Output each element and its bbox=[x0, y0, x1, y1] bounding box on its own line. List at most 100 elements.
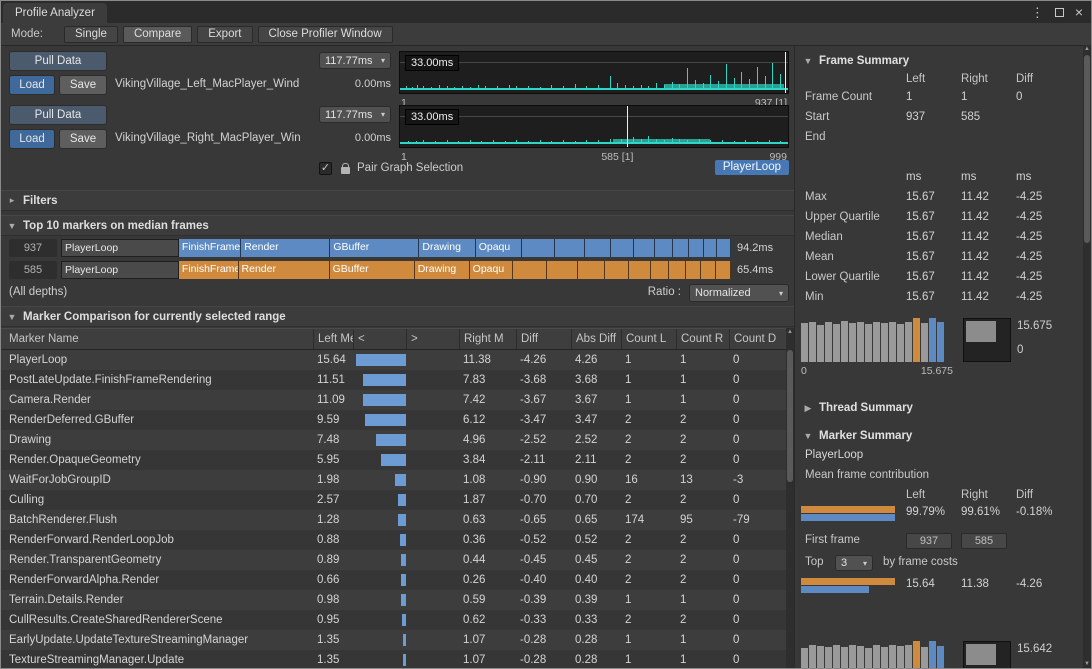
mode-single-button[interactable]: Single bbox=[64, 26, 118, 43]
kebab-menu-icon[interactable]: ⋮ bbox=[1031, 6, 1044, 19]
top10-marker-segment[interactable]: Render bbox=[239, 261, 330, 279]
top10-marker-segment[interactable]: PlayerLoop bbox=[61, 261, 179, 279]
selected-marker-chip[interactable]: PlayerLoop bbox=[715, 160, 789, 175]
column-header-count-diff[interactable]: Count D bbox=[729, 329, 786, 349]
top10-marker-segment[interactable]: PlayerLoop bbox=[61, 239, 179, 257]
column-header-count-left[interactable]: Count L bbox=[621, 329, 676, 349]
top10-marker-segment[interactable] bbox=[605, 261, 629, 279]
column-header-abs-diff[interactable]: Abs Diff bbox=[571, 329, 621, 349]
close-icon[interactable]: × bbox=[1075, 5, 1083, 19]
column-header-left-bar[interactable]: < bbox=[353, 329, 406, 349]
first-frame-left-button[interactable]: 937 bbox=[906, 533, 952, 549]
scrollbar-thumb[interactable] bbox=[787, 350, 793, 482]
table-scrollbar[interactable]: ▲ bbox=[786, 328, 794, 668]
column-header-diff[interactable]: Diff bbox=[516, 329, 571, 349]
top10-marker-segment[interactable] bbox=[629, 261, 650, 279]
top10-marker-segment[interactable] bbox=[585, 239, 611, 257]
top10-marker-segment[interactable]: FinishFrameR bbox=[179, 239, 241, 257]
mode-compare-button[interactable]: Compare bbox=[123, 26, 192, 43]
comparison-table-row[interactable]: RenderForward.RenderLoopJob0.880.36-0.52… bbox=[1, 530, 786, 550]
top10-marker-segment[interactable] bbox=[522, 239, 556, 257]
column-header-right-bar[interactable]: > bbox=[406, 329, 459, 349]
scroll-up-icon[interactable]: ▲ bbox=[1083, 46, 1091, 52]
save-button-left[interactable]: Save bbox=[59, 75, 107, 95]
comparison-table-row[interactable]: WaitForJobGroupID1.981.08-0.900.901613-3 bbox=[1, 470, 786, 490]
top10-marker-segment[interactable] bbox=[673, 239, 689, 257]
range-max-dropdown-left[interactable]: 117.77ms ▾ bbox=[319, 52, 391, 69]
ratio-dropdown[interactable]: Normalized ▾ bbox=[689, 284, 789, 302]
comparison-table-row[interactable]: TextureStreamingManager.Update1.351.07-0… bbox=[1, 650, 786, 668]
column-header-count-right[interactable]: Count R bbox=[676, 329, 729, 349]
scrollbar-thumb[interactable] bbox=[1084, 55, 1090, 243]
top10-marker-segment[interactable] bbox=[655, 239, 673, 257]
marker-comparison-header[interactable]: ▼ Marker Comparison for currently select… bbox=[1, 306, 794, 327]
load-button-right[interactable]: Load bbox=[9, 129, 55, 149]
top-n-dropdown[interactable]: 3 ▾ bbox=[835, 555, 873, 571]
column-header-right-median[interactable]: Right M bbox=[459, 329, 516, 349]
top10-marker-segment[interactable]: GBuffer bbox=[330, 239, 419, 257]
marker-summary-histogram[interactable] bbox=[801, 641, 953, 669]
top10-marker-segment[interactable] bbox=[717, 239, 730, 257]
frame-time-graph-left[interactable]: 33.00ms bbox=[399, 51, 789, 94]
pair-graph-selection-checkbox[interactable]: ✓ bbox=[319, 162, 332, 175]
frame-time-graph-right[interactable]: 33.00ms bbox=[399, 105, 789, 148]
top10-marker-segment[interactable] bbox=[669, 261, 686, 279]
top10-marker-segment[interactable] bbox=[716, 261, 731, 279]
top10-marker-segment[interactable] bbox=[547, 261, 578, 279]
filters-header[interactable]: ▸ Filters bbox=[1, 190, 794, 211]
range-max-dropdown-right[interactable]: 117.77ms ▾ bbox=[319, 106, 391, 123]
panel-scrollbar[interactable]: ▲ ▼ bbox=[1083, 45, 1091, 668]
top10-marker-segment[interactable] bbox=[611, 239, 634, 257]
top10-marker-segment[interactable]: Opaqu bbox=[470, 261, 513, 279]
save-button-right[interactable]: Save bbox=[59, 129, 107, 149]
top10-marker-segment[interactable]: Opaqu bbox=[476, 239, 522, 257]
top10-marker-segment[interactable]: Render bbox=[241, 239, 330, 257]
top10-marker-segment[interactable]: Drawing bbox=[415, 261, 470, 279]
top10-marker-segment[interactable] bbox=[555, 239, 584, 257]
top10-marker-segment[interactable] bbox=[701, 261, 716, 279]
comparison-table-row[interactable]: EarlyUpdate.UpdateTextureStreamingManage… bbox=[1, 630, 786, 650]
comparison-table-row[interactable]: Render.TransparentGeometry0.890.44-0.450… bbox=[1, 550, 786, 570]
selected-frame-marker[interactable] bbox=[627, 106, 628, 147]
export-button[interactable]: Export bbox=[197, 26, 252, 43]
top10-marker-segment[interactable]: Drawing bbox=[419, 239, 475, 257]
comparison-table-row[interactable]: Render.OpaqueGeometry5.953.84-2.112.1122… bbox=[1, 450, 786, 470]
frame-summary-histogram[interactable] bbox=[801, 318, 953, 362]
comparison-table-row[interactable]: CullResults.CreateSharedRendererScene0.9… bbox=[1, 610, 786, 630]
top10-marker-segment[interactable] bbox=[578, 261, 605, 279]
comparison-table-row[interactable]: RenderDeferred.GBuffer9.596.12-3.473.472… bbox=[1, 410, 786, 430]
comparison-table-row[interactable]: Terrain.Details.Render0.980.59-0.390.391… bbox=[1, 590, 786, 610]
top10-marker-segment[interactable] bbox=[704, 239, 717, 257]
top10-marker-segment[interactable]: GBuffer bbox=[330, 261, 415, 279]
maximize-icon[interactable] bbox=[1055, 8, 1064, 17]
column-header-left-median[interactable]: Left Me bbox=[313, 329, 353, 349]
comparison-table-row[interactable]: RenderForwardAlpha.Render0.660.26-0.400.… bbox=[1, 570, 786, 590]
column-header-marker-name[interactable]: Marker Name bbox=[1, 329, 313, 349]
top10-header[interactable]: ▼ Top 10 markers on median frames bbox=[1, 215, 794, 236]
lock-icon[interactable] bbox=[341, 167, 350, 174]
comparison-table-row[interactable]: PlayerLoop15.6411.38-4.264.26110 bbox=[1, 350, 786, 370]
comparison-table-row[interactable]: PostLateUpdate.FinishFrameRendering11.51… bbox=[1, 370, 786, 390]
top10-marker-segment[interactable] bbox=[634, 239, 655, 257]
top10-marker-segment[interactable] bbox=[689, 239, 704, 257]
load-button-left[interactable]: Load bbox=[9, 75, 55, 95]
comparison-table-row[interactable]: Camera.Render11.097.42-3.673.67110 bbox=[1, 390, 786, 410]
first-frame-right-button[interactable]: 585 bbox=[961, 533, 1007, 549]
marker-summary-header[interactable]: ▼ Marker Summary bbox=[803, 430, 912, 442]
pull-data-button-right[interactable]: Pull Data bbox=[9, 105, 107, 125]
top10-marker-segment[interactable] bbox=[513, 261, 548, 279]
window-tab[interactable]: Profile Analyzer bbox=[3, 3, 107, 23]
selected-frame-marker[interactable] bbox=[785, 52, 786, 93]
scroll-up-icon[interactable]: ▲ bbox=[786, 329, 794, 335]
top10-marker-segment[interactable]: FinishFrameR bbox=[179, 261, 239, 279]
top10-marker-segment[interactable] bbox=[651, 261, 670, 279]
comparison-table-row[interactable]: Drawing7.484.96-2.522.52220 bbox=[1, 430, 786, 450]
top10-marker-segment[interactable] bbox=[686, 261, 701, 279]
scroll-down-icon[interactable]: ▼ bbox=[1083, 661, 1091, 667]
close-profiler-window-button[interactable]: Close Profiler Window bbox=[258, 26, 393, 43]
comparison-table-row[interactable]: Culling2.571.87-0.700.70220 bbox=[1, 490, 786, 510]
comparison-table-row[interactable]: BatchRenderer.Flush1.280.63-0.650.651749… bbox=[1, 510, 786, 530]
thread-summary-header[interactable]: ▶ Thread Summary bbox=[803, 402, 913, 414]
pull-data-button-left[interactable]: Pull Data bbox=[9, 51, 107, 71]
frame-summary-header[interactable]: ▼ Frame Summary bbox=[803, 55, 909, 67]
